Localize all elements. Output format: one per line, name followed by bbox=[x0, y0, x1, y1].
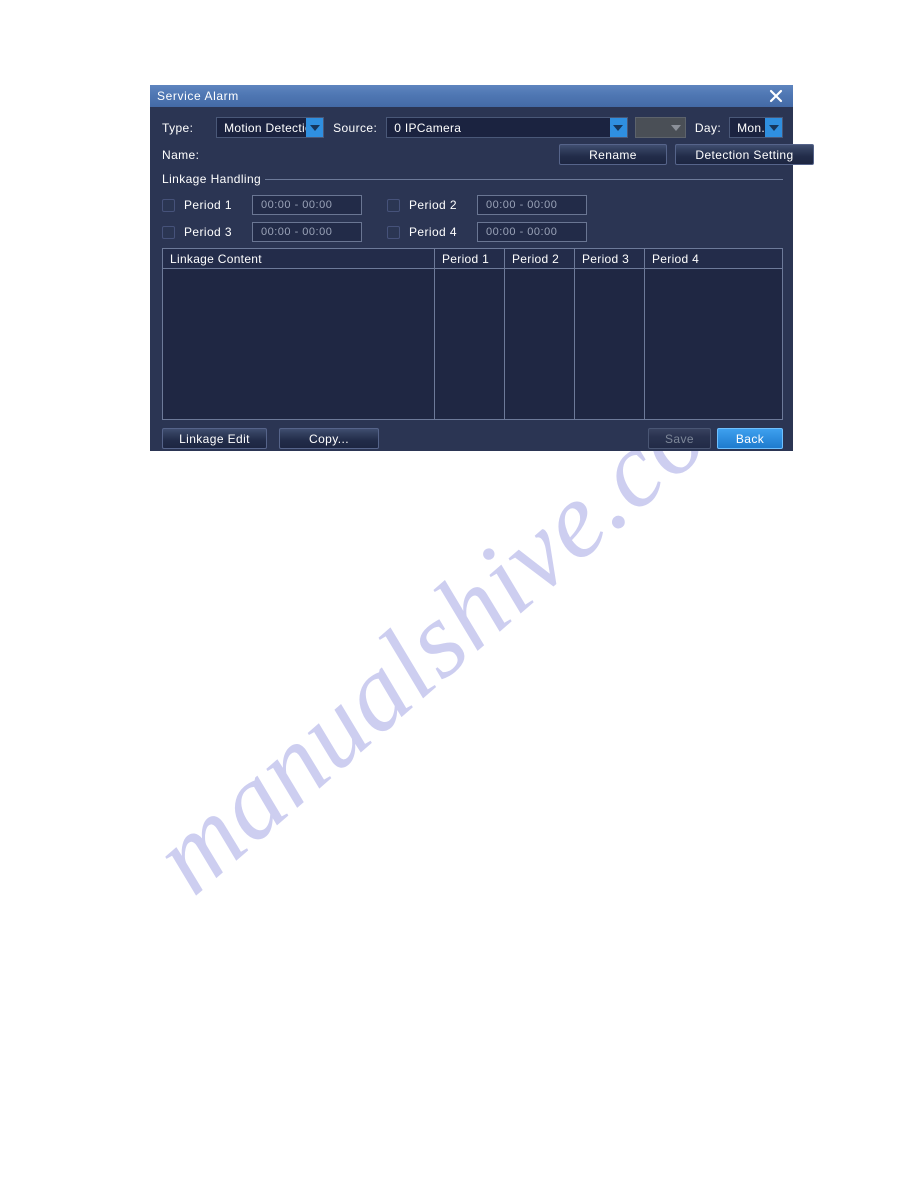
linkage-handling-legend-label: Linkage Handling bbox=[162, 172, 262, 186]
period-3-cell: Period 3 00:00 - 00:00 bbox=[162, 222, 387, 242]
table-column-period-2 bbox=[504, 269, 574, 419]
period-1-time-input[interactable]: 00:00 - 00:00 bbox=[252, 195, 362, 215]
chevron-down-icon[interactable] bbox=[306, 118, 324, 137]
period-1-label: Period 1 bbox=[184, 198, 232, 212]
period-4-label: Period 4 bbox=[409, 225, 457, 239]
period-3-checkbox[interactable] bbox=[162, 225, 175, 239]
copy-button[interactable]: Copy... bbox=[279, 428, 379, 449]
channel-select-value bbox=[636, 118, 668, 137]
dialog-body: Type: Motion Detectio Source: 0 IPCamera… bbox=[150, 107, 814, 451]
source-select[interactable]: 0 IPCamera bbox=[386, 117, 628, 138]
period-4-checkbox[interactable] bbox=[387, 225, 400, 239]
table-column-period-4 bbox=[644, 269, 782, 419]
chevron-down-icon[interactable] bbox=[765, 118, 783, 137]
period-3-label: Period 3 bbox=[184, 225, 232, 239]
chevron-down-icon bbox=[668, 118, 685, 137]
table-column-linkage-content bbox=[163, 269, 434, 419]
table-body[interactable] bbox=[163, 269, 782, 419]
period-3-time-input[interactable]: 00:00 - 00:00 bbox=[252, 222, 362, 242]
name-row: Name: Rename Detection Setting bbox=[162, 144, 814, 165]
table-column-period-1 bbox=[434, 269, 504, 419]
source-label: Source: bbox=[333, 120, 378, 135]
column-header-period-1: Period 1 bbox=[434, 249, 504, 268]
table-header-row: Linkage Content Period 1 Period 2 Period… bbox=[163, 249, 782, 269]
service-alarm-dialog: Service Alarm Type: Motion Detectio Sour… bbox=[150, 85, 814, 451]
period-2-time-input[interactable]: 00:00 - 00:00 bbox=[477, 195, 587, 215]
column-header-period-4: Period 4 bbox=[644, 249, 782, 268]
rename-button[interactable]: Rename bbox=[559, 144, 667, 165]
dialog-titlebar: Service Alarm bbox=[150, 85, 793, 107]
day-label: Day: bbox=[694, 120, 722, 135]
type-select-value: Motion Detectio bbox=[224, 120, 307, 135]
back-button[interactable]: Back bbox=[717, 428, 783, 449]
linkage-handling-legend: Linkage Handling bbox=[162, 172, 783, 186]
period-row: Period 1 00:00 - 00:00 Period 2 00:00 - … bbox=[162, 194, 783, 216]
day-select-value: Mon. bbox=[737, 120, 766, 135]
column-header-linkage-content: Linkage Content bbox=[170, 251, 262, 266]
period-2-checkbox[interactable] bbox=[387, 198, 400, 212]
source-select-value: 0 IPCamera bbox=[394, 120, 462, 135]
chevron-down-icon[interactable] bbox=[609, 118, 627, 137]
period-row: Period 3 00:00 - 00:00 Period 4 00:00 - … bbox=[162, 221, 783, 243]
linkage-handling-group: Linkage Handling Period 1 00:00 - 00:00 … bbox=[162, 172, 783, 243]
period-4-cell: Period 4 00:00 - 00:00 bbox=[387, 222, 587, 242]
period-2-label: Period 2 bbox=[409, 198, 457, 212]
linkage-content-table: Linkage Content Period 1 Period 2 Period… bbox=[162, 248, 783, 420]
day-select[interactable]: Mon. bbox=[729, 117, 784, 138]
column-header-period-3: Period 3 bbox=[574, 249, 644, 268]
type-select[interactable]: Motion Detectio bbox=[216, 117, 325, 138]
column-header-period-2: Period 2 bbox=[504, 249, 574, 268]
period-list: Period 1 00:00 - 00:00 Period 2 00:00 - … bbox=[162, 186, 783, 243]
legend-divider bbox=[265, 178, 783, 180]
period-2-cell: Period 2 00:00 - 00:00 bbox=[387, 195, 587, 215]
name-label: Name: bbox=[162, 147, 200, 162]
linkage-edit-button[interactable]: Linkage Edit bbox=[162, 428, 267, 449]
detection-setting-button[interactable]: Detection Setting bbox=[675, 144, 814, 165]
dialog-footer: Linkage Edit Copy... Save Back bbox=[162, 428, 783, 449]
dialog-title: Service Alarm bbox=[157, 89, 239, 103]
period-1-cell: Period 1 00:00 - 00:00 bbox=[162, 195, 387, 215]
type-label: Type: bbox=[162, 120, 194, 135]
type-source-row: Type: Motion Detectio Source: 0 IPCamera… bbox=[162, 117, 784, 138]
close-icon[interactable] bbox=[766, 85, 786, 107]
table-column-period-3 bbox=[574, 269, 644, 419]
save-button: Save bbox=[648, 428, 711, 449]
period-4-time-input[interactable]: 00:00 - 00:00 bbox=[477, 222, 587, 242]
channel-select bbox=[634, 117, 686, 138]
period-1-checkbox[interactable] bbox=[162, 198, 175, 212]
